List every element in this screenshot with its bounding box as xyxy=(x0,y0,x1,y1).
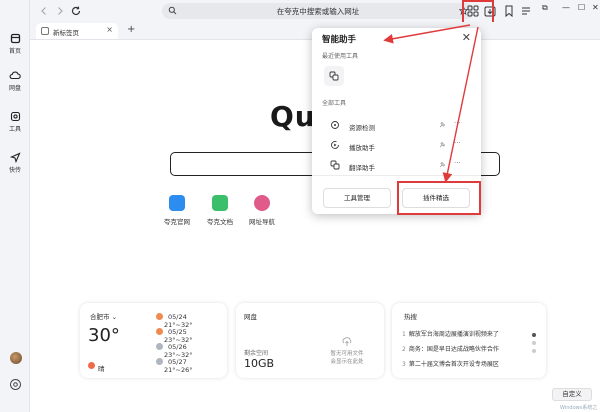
weather-card[interactable]: 合肥市 ⌄ 30° 晴 05/2421°~32° 05/2523°~32° 05… xyxy=(80,303,227,378)
shortcut-icon xyxy=(212,195,228,211)
bookmark-icon[interactable] xyxy=(502,4,516,18)
netdisk-empty-message: 暂无可用文件 会显示在此处 xyxy=(322,337,372,366)
restore-icon[interactable]: ⧉ xyxy=(542,3,548,13)
new-tab-button[interactable]: + xyxy=(127,24,135,35)
address-placeholder: 在夸克中搜索或输入网址 xyxy=(276,7,360,16)
hot-search-item[interactable]: 1 解放军台海周边展播演训视频来了 xyxy=(402,329,499,338)
netdisk-space-label: 剩余空间 xyxy=(244,350,269,357)
send-icon xyxy=(9,152,21,163)
netdisk-card[interactable]: 网盘 剩余空间 10GB 暂无可用文件 会显示在此处 xyxy=(236,303,384,378)
tool-item-play[interactable]: 播放助手 ··· xyxy=(322,138,472,152)
weather-condition: 晴 xyxy=(98,365,105,373)
popup-divider xyxy=(312,175,481,176)
forecast-row: 05/2523°~32° xyxy=(156,328,227,344)
minimize-icon[interactable]: — xyxy=(562,3,570,12)
weather-city[interactable]: 合肥市 ⌄ xyxy=(90,311,117,321)
tool-manage-button[interactable]: 工具管理 xyxy=(323,188,391,208)
sidebar-item-label: 首页 xyxy=(8,48,21,55)
pin-icon[interactable] xyxy=(439,121,446,128)
back-icon[interactable] xyxy=(38,5,50,17)
maximize-icon[interactable]: ☐ xyxy=(578,3,585,12)
sidebar-item-label: 工具 xyxy=(8,126,21,133)
sidebar: 首页 网盘 工具 快传 xyxy=(0,0,30,412)
close-window-icon[interactable]: ✕ xyxy=(592,3,599,12)
tool-label: 播放助手 xyxy=(349,144,375,152)
tab-close-icon[interactable]: × xyxy=(106,25,113,34)
hot-search-pager[interactable] xyxy=(532,333,536,357)
translate-icon xyxy=(329,71,339,81)
hot-search-item[interactable]: 2 商务：国是早日达成战略伙伴合作 xyxy=(402,344,499,353)
customize-button[interactable]: 自定义 xyxy=(552,388,592,401)
play-icon xyxy=(331,141,339,149)
shortcut-label: 网址导航 xyxy=(249,218,275,226)
weather-temperature: 30° xyxy=(88,325,120,346)
more-icon[interactable]: ··· xyxy=(454,139,461,147)
quark-logo: Qu xyxy=(270,100,316,133)
tool-label: 翻译助手 xyxy=(349,164,375,172)
refresh-icon[interactable] xyxy=(70,5,82,17)
sidebar-item-tools[interactable]: 工具 xyxy=(0,111,30,133)
upload-icon xyxy=(342,337,352,346)
settings-icon[interactable] xyxy=(9,378,22,391)
menu-icon[interactable] xyxy=(519,4,533,18)
sidebar-item-label: 快传 xyxy=(8,167,21,174)
pin-icon[interactable] xyxy=(439,161,446,168)
shortcut-icon xyxy=(169,195,185,211)
tool-label: 资源检测 xyxy=(349,124,375,132)
tab-page-icon xyxy=(41,27,49,35)
address-bar[interactable]: 在夸克中搜索或输入网址 xyxy=(162,3,474,19)
translate-icon xyxy=(330,160,340,170)
home-icon xyxy=(10,33,20,44)
cloud-icon xyxy=(9,71,21,80)
shortcut-icon xyxy=(254,195,270,211)
tab-new[interactable]: 新标签页 × xyxy=(36,23,118,39)
popup-close-icon[interactable]: ✕ xyxy=(462,31,471,44)
forward-icon[interactable] xyxy=(54,5,66,17)
sidebar-item-label: 网盘 xyxy=(8,85,21,92)
more-icon[interactable]: ··· xyxy=(454,119,461,127)
more-icon[interactable]: ··· xyxy=(454,159,461,167)
avatar[interactable] xyxy=(10,352,22,364)
sidebar-item-home[interactable]: 首页 xyxy=(0,33,30,55)
hot-search-title: 热搜 xyxy=(404,313,417,321)
all-tools-label: 全部工具 xyxy=(322,100,347,107)
recent-tools-label: 最近使用工具 xyxy=(322,53,359,60)
netdisk-title: 网盘 xyxy=(244,313,257,321)
tools-icon xyxy=(10,111,20,122)
forecast-row: 05/2421°~32° xyxy=(156,313,227,329)
pin-icon[interactable] xyxy=(439,141,446,148)
detect-icon xyxy=(331,121,339,129)
sidebar-item-netdisk[interactable]: 网盘 xyxy=(0,70,30,92)
popup-title: 智能助手 xyxy=(322,35,357,45)
shortcut-nav[interactable]: 网址导航 xyxy=(237,195,287,226)
tool-item-translate[interactable]: 翻译助手 ··· xyxy=(322,158,472,172)
sidebar-item-send[interactable]: 快传 xyxy=(0,152,30,174)
forecast-row: 05/2721°~26° xyxy=(156,358,227,374)
forecast-row: 05/2623°~32° xyxy=(156,343,227,359)
hot-search-card[interactable]: 热搜 1 解放军台海周边展播演训视频来了 2 商务：国是早日达成战略伙伴合作 3 第二… xyxy=(392,303,546,378)
sun-icon xyxy=(88,362,95,369)
tab-title: 新标签页 xyxy=(53,29,79,37)
toolbar: 在夸克中搜索或输入网址 ⧉ — ☐ ✕ xyxy=(30,0,600,22)
recent-tool-translate[interactable] xyxy=(324,66,344,86)
highlight-box-plugins xyxy=(397,181,481,215)
tool-item-detect[interactable]: 资源检测 ··· xyxy=(322,118,472,132)
watermark: Windows系统之家 xyxy=(560,405,598,411)
netdisk-space-value: 10GB xyxy=(244,357,275,370)
hot-search-item[interactable]: 3 第二十届文博会首次开设专场展区 xyxy=(402,359,499,368)
